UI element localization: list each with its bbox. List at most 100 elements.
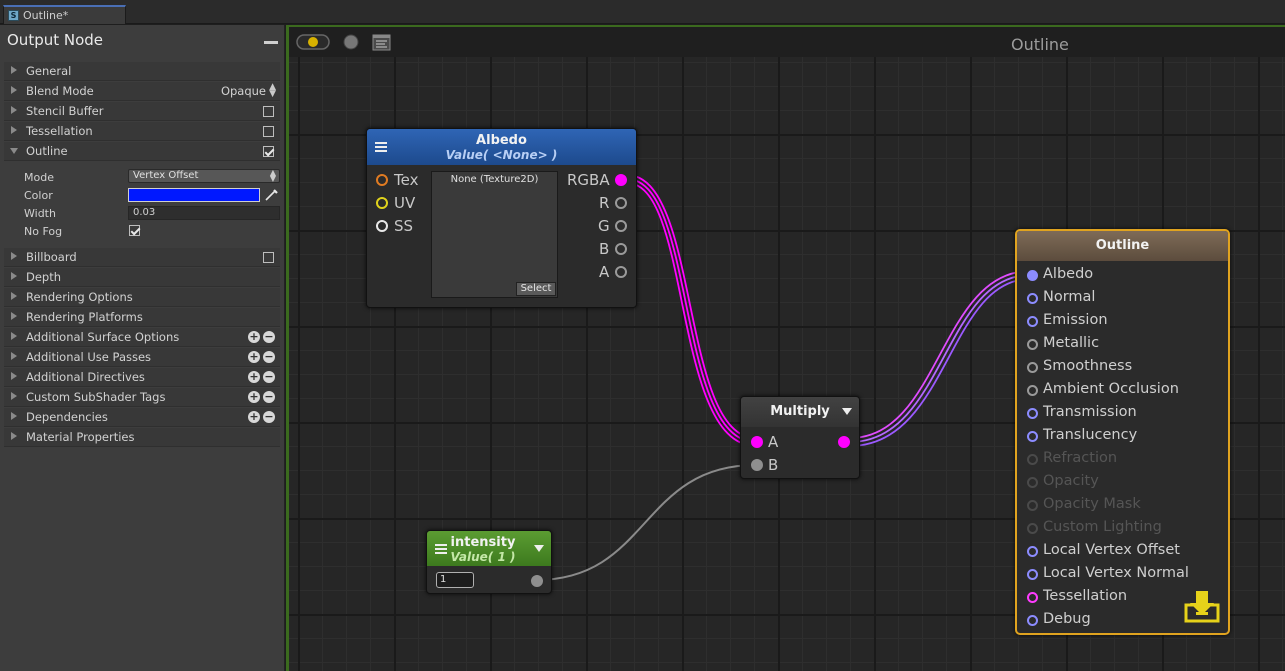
section-dependencies[interactable]: Dependencies + − xyxy=(4,408,280,427)
add-icon[interactable]: + xyxy=(248,391,260,403)
output-input-port[interactable] xyxy=(1027,477,1038,488)
intensity-float-node[interactable]: intensity Value( 1 ) 1 xyxy=(426,530,552,594)
output-input-port[interactable] xyxy=(1027,408,1038,419)
stencil-buffer-checkbox[interactable] xyxy=(263,106,274,117)
section-outline[interactable]: Outline xyxy=(4,142,280,161)
output-input-port[interactable] xyxy=(1027,454,1038,465)
chevron-down-icon[interactable] xyxy=(842,408,852,415)
section-general[interactable]: General xyxy=(4,62,280,81)
output-port-row[interactable]: Smoothness xyxy=(1017,357,1228,380)
remove-icon[interactable]: − xyxy=(263,371,275,383)
b-input-port[interactable] xyxy=(751,459,763,471)
texture-preview[interactable]: None (Texture2D) Select xyxy=(431,171,558,298)
a-input-port[interactable] xyxy=(751,436,763,448)
albedo-texture-node[interactable]: Albedo Value( <None> ) Tex UV SS None (T… xyxy=(366,128,637,308)
output-input-port[interactable] xyxy=(1027,615,1038,626)
output-input-port[interactable] xyxy=(1027,431,1038,442)
section-material-properties[interactable]: Material Properties xyxy=(4,428,280,447)
section-tessellation[interactable]: Tessellation xyxy=(4,122,280,141)
outline-output-node[interactable]: Outline Albedo Normal Emission Metallic Smoo… xyxy=(1015,229,1230,635)
section-custom-subshader-tags[interactable]: Custom SubShader Tags + − xyxy=(4,388,280,407)
b-output-port[interactable] xyxy=(615,243,627,255)
section-additional-directives[interactable]: Additional Directives + − xyxy=(4,368,280,387)
multiply-output-port[interactable] xyxy=(838,436,850,448)
output-input-port[interactable] xyxy=(1027,569,1038,580)
outline-checkbox[interactable] xyxy=(263,146,274,157)
section-additional-use-passes[interactable]: Additional Use Passes + − xyxy=(4,348,280,367)
albedo-node-header[interactable]: Albedo Value( <None> ) xyxy=(367,129,636,165)
chevron-down-icon[interactable] xyxy=(534,545,544,552)
tessellation-checkbox[interactable] xyxy=(263,126,274,137)
add-icon[interactable]: + xyxy=(248,331,260,343)
nofog-checkbox[interactable] xyxy=(129,225,140,236)
save-download-icon[interactable] xyxy=(1184,589,1220,623)
remove-icon[interactable]: − xyxy=(263,351,275,363)
output-port-row[interactable]: Ambient Occlusion xyxy=(1017,380,1228,403)
output-port-row[interactable]: Emission xyxy=(1017,311,1228,334)
uv-input-port[interactable] xyxy=(376,197,388,209)
output-input-port[interactable] xyxy=(1027,339,1038,350)
output-input-port[interactable] xyxy=(1027,385,1038,396)
output-input-port[interactable] xyxy=(1027,316,1038,327)
intensity-output-port[interactable] xyxy=(531,575,543,587)
output-input-port[interactable] xyxy=(1027,546,1038,557)
shader-code-icon[interactable] xyxy=(372,34,391,51)
section-rendering-platforms[interactable]: Rendering Platforms xyxy=(4,308,280,327)
section-depth[interactable]: Depth xyxy=(4,268,280,287)
add-icon[interactable]: + xyxy=(248,351,260,363)
add-icon[interactable]: + xyxy=(248,411,260,423)
section-additional-surface-options[interactable]: Additional Surface Options + − xyxy=(4,328,280,347)
output-input-port[interactable] xyxy=(1027,270,1038,281)
eyedropper-icon[interactable] xyxy=(263,187,279,203)
output-port-row[interactable]: Custom Lighting xyxy=(1017,518,1228,541)
tab-outline[interactable]: S Outline* xyxy=(3,5,126,24)
section-stencil-buffer[interactable]: Stencil Buffer xyxy=(4,102,280,121)
output-input-port[interactable] xyxy=(1027,362,1038,373)
output-input-port[interactable] xyxy=(1027,500,1038,511)
remove-icon[interactable]: − xyxy=(263,411,275,423)
output-input-port[interactable] xyxy=(1027,293,1038,304)
rgba-output-port[interactable] xyxy=(615,174,627,186)
output-node-panel: Output Node General Blend Mode Opaque ▲ ▼… xyxy=(0,25,285,671)
output-port-row[interactable]: Translucency xyxy=(1017,426,1228,449)
billboard-checkbox[interactable] xyxy=(263,252,274,263)
output-port-row[interactable]: Refraction xyxy=(1017,449,1228,472)
section-rendering-options[interactable]: Rendering Options xyxy=(4,288,280,307)
remove-icon[interactable]: − xyxy=(263,391,275,403)
blend-mode-dropdown[interactable]: Opaque xyxy=(221,84,266,98)
blend-mode-row[interactable]: Blend Mode Opaque ▲ ▼ xyxy=(4,82,280,101)
preview-sphere-icon[interactable] xyxy=(342,34,360,50)
section-label: Outline xyxy=(26,144,68,158)
a-output-port[interactable] xyxy=(615,266,627,278)
intensity-value-input[interactable]: 1 xyxy=(436,572,474,588)
color-field[interactable] xyxy=(128,188,260,202)
output-port-row[interactable]: Transmission xyxy=(1017,403,1228,426)
menu-icon[interactable] xyxy=(375,142,387,152)
output-port-row[interactable]: Albedo xyxy=(1017,265,1228,288)
intensity-node-header[interactable]: intensity Value( 1 ) xyxy=(427,531,551,566)
output-input-port[interactable] xyxy=(1027,592,1038,603)
output-port-row[interactable]: Local Vertex Normal xyxy=(1017,564,1228,587)
output-input-port[interactable] xyxy=(1027,523,1038,534)
tex-input-port[interactable] xyxy=(376,174,388,186)
multiply-node[interactable]: Multiply A B xyxy=(740,396,860,479)
live-mode-icon[interactable] xyxy=(296,34,330,50)
multiply-node-header[interactable]: Multiply xyxy=(741,397,859,427)
g-output-port[interactable] xyxy=(615,220,627,232)
select-texture-button[interactable]: Select xyxy=(516,282,556,296)
output-node-header[interactable]: Outline xyxy=(1017,231,1228,261)
output-port-row[interactable]: Normal xyxy=(1017,288,1228,311)
output-port-row[interactable]: Local Vertex Offset xyxy=(1017,541,1228,564)
mode-dropdown[interactable]: Vertex Offset ▲ ▼ xyxy=(128,169,280,183)
add-icon[interactable]: + xyxy=(248,371,260,383)
ss-input-port[interactable] xyxy=(376,220,388,232)
width-input[interactable]: 0.03 xyxy=(128,206,280,220)
output-port-row[interactable]: Opacity Mask xyxy=(1017,495,1228,518)
menu-icon[interactable] xyxy=(435,544,447,554)
output-port-row[interactable]: Opacity xyxy=(1017,472,1228,495)
collapse-panel-button[interactable] xyxy=(264,41,278,44)
r-output-port[interactable] xyxy=(615,197,627,209)
output-port-row[interactable]: Metallic xyxy=(1017,334,1228,357)
remove-icon[interactable]: − xyxy=(263,331,275,343)
section-billboard[interactable]: Billboard xyxy=(4,248,280,267)
